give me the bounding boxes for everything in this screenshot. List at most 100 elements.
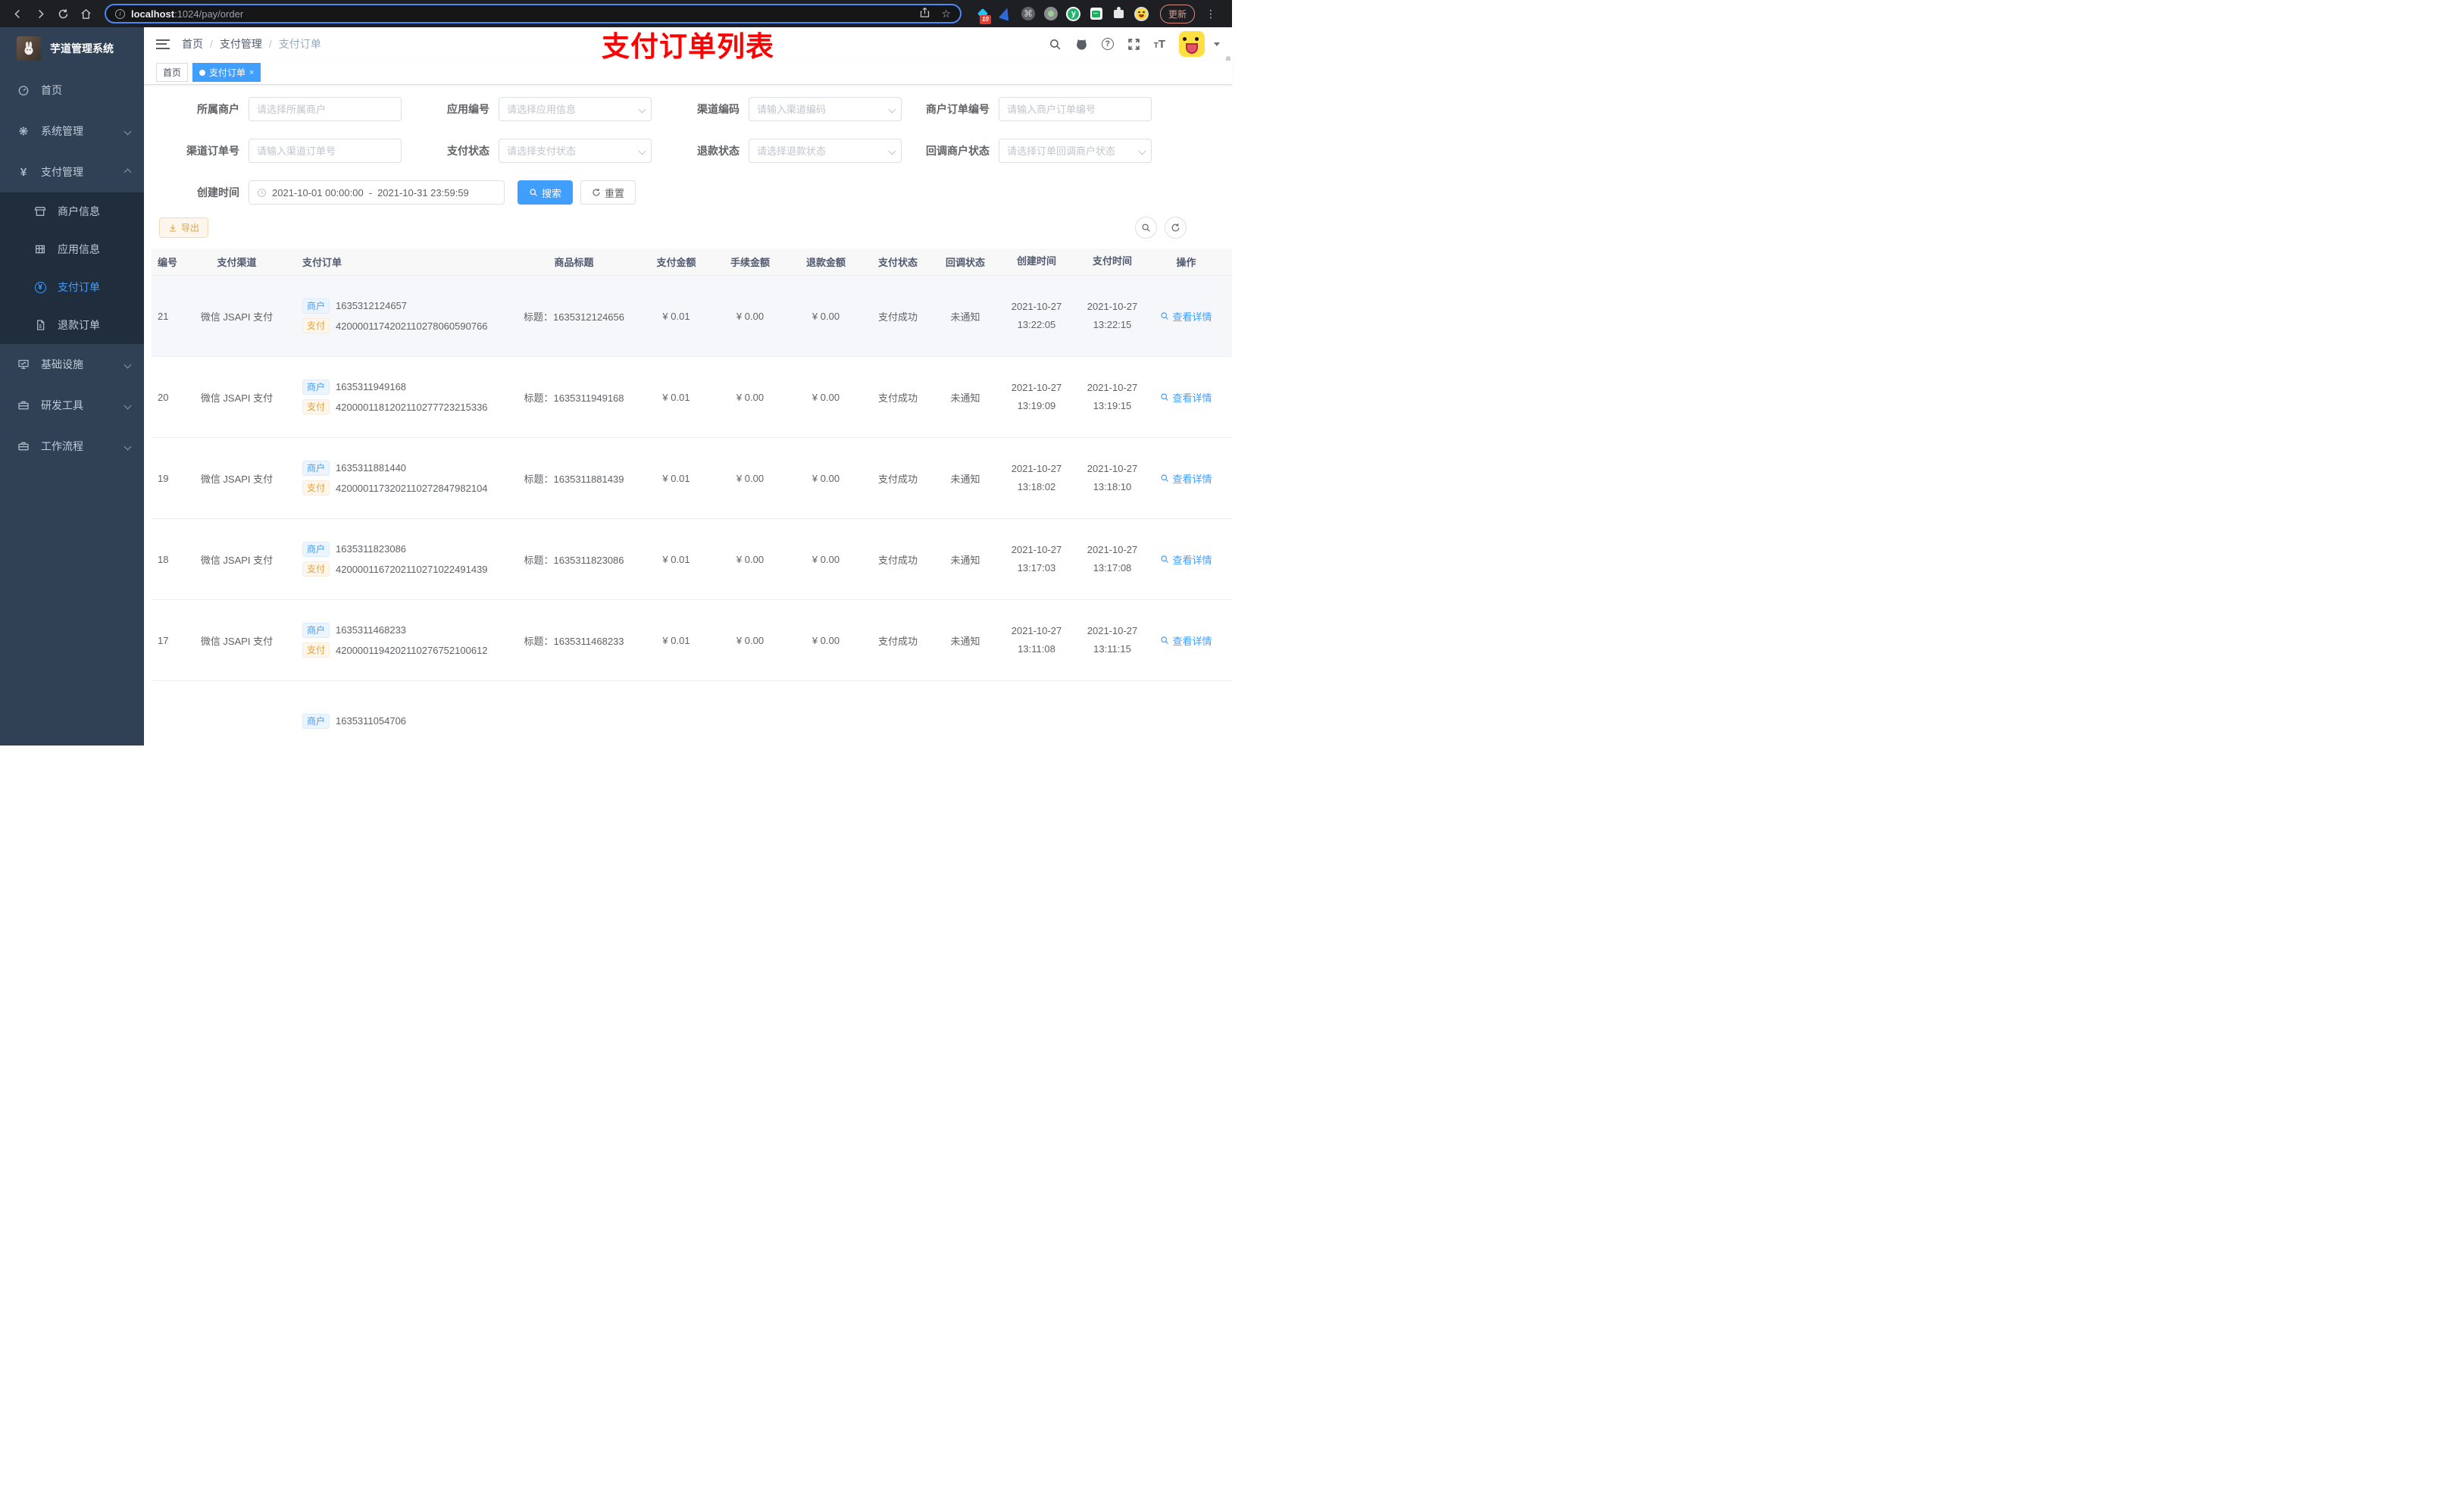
reset-button[interactable]: 重置 (580, 180, 636, 205)
sidebar-item-label: 退款订单 (58, 319, 100, 331)
toggle-search-button[interactable] (1135, 217, 1157, 239)
cell-pay-order: 商户 1635311949168 支付 42000011812021102777232… (292, 375, 508, 420)
field-label: 应用编号 (447, 103, 489, 115)
select-回调商户状态[interactable] (999, 139, 1152, 163)
breadcrumb-current: 支付订单 (278, 38, 321, 50)
tab-label: 支付订单 (209, 67, 246, 78)
select-渠道编码[interactable] (749, 97, 902, 121)
sidebar-item-基础设施[interactable]: 基础设施 (0, 344, 144, 385)
export-button[interactable]: 导出 (159, 217, 209, 238)
select-应用编号[interactable] (499, 97, 652, 121)
magnifier-icon (1160, 636, 1169, 645)
sidebar: 芋道管理系统 首页 系统管理 ¥ 支付管理 商户信息 应用信息 ¥ 支付订单 退款订单 基础设施研… (0, 27, 144, 746)
order-number: 1635311054706 (336, 715, 407, 727)
cell-title: 标题：1635311881439 (524, 473, 624, 485)
search-button[interactable]: 搜索 (518, 180, 574, 205)
sidebar-item-系统管理[interactable]: 系统管理 (0, 111, 144, 152)
ext-chat-icon[interactable] (1089, 6, 1104, 21)
ext-puzzle-icon[interactable] (1112, 6, 1127, 21)
close-icon[interactable]: × (249, 68, 254, 77)
sidebar-item-label: 支付订单 (58, 281, 100, 293)
view-details-link[interactable]: 查看详情 (1160, 471, 1212, 486)
ext-record-icon[interactable] (1043, 6, 1058, 21)
help-icon[interactable]: ? (1101, 38, 1114, 50)
tab-首页[interactable]: 首页 (156, 63, 189, 82)
fullscreen-icon[interactable] (1127, 38, 1140, 51)
back-icon[interactable] (8, 4, 27, 23)
site-info-icon[interactable]: i (115, 8, 125, 19)
yen-icon: ¥ (20, 165, 27, 179)
breadcrumb-home[interactable]: 首页 (182, 36, 203, 52)
address-bar[interactable]: i localhost:1024/pay/order ☆ (105, 4, 962, 23)
cell-create-time: 2021-10-27 13:11:08 (1011, 624, 1062, 655)
select-退款状态[interactable] (749, 139, 902, 163)
input-所属商户[interactable] (249, 97, 402, 121)
page-title: 支付订单列表 (602, 31, 774, 62)
sidebar-item-退款订单[interactable]: 退款订单 (0, 306, 144, 344)
search-icon[interactable] (1049, 38, 1062, 51)
sidebar-toggle-icon[interactable] (156, 39, 170, 49)
monitor-icon (17, 358, 30, 370)
avatar[interactable] (1179, 31, 1205, 57)
cell-pay-order: 商户 1635311054706 (292, 709, 508, 733)
sidebar-item-支付管理[interactable]: ¥ 支付管理 (0, 152, 144, 192)
breadcrumb: 首页 / 支付管理 / 支付订单 (182, 36, 321, 52)
breadcrumb-pay-manage[interactable]: 支付管理 (220, 36, 262, 52)
magnifier-icon (1160, 392, 1169, 402)
browser-menu-icon[interactable]: ⋮ (1202, 8, 1220, 20)
sidebar-item-研发工具[interactable]: 研发工具 (0, 385, 144, 426)
cell-notify: 未通知 (950, 392, 980, 404)
ext-emoji-icon[interactable] (1134, 6, 1149, 21)
sidebar-item-工作流程[interactable]: 工作流程 (0, 426, 144, 467)
ext-y-icon[interactable]: y (1066, 6, 1081, 21)
view-details-link[interactable]: 查看详情 (1160, 390, 1212, 405)
reload-icon[interactable] (53, 4, 73, 23)
ext-command-icon[interactable]: ⌘ (1021, 6, 1036, 21)
cell-action: 查看详情 (1150, 390, 1222, 405)
filter-field-商户订单编号: 商户订单编号 (920, 97, 1152, 121)
merchant-tag: 商户 (302, 622, 330, 638)
refresh-table-button[interactable] (1165, 217, 1187, 239)
date-start-value: 2021-10-01 00:00:00 (272, 186, 364, 198)
view-details-link[interactable]: 查看详情 (1160, 633, 1212, 648)
view-details-link[interactable]: 查看详情 (1160, 309, 1212, 324)
forward-icon[interactable] (30, 4, 50, 23)
merchant-tag: 商户 (302, 379, 330, 395)
cell-pay-order: 商户 1635311823086 支付 42000011672021102710224… (292, 537, 508, 582)
clock-icon (258, 188, 266, 197)
input-渠道订单号[interactable] (249, 139, 402, 163)
column-header-商品标题: 商品标题 (554, 257, 594, 268)
column-header-支付渠道: 支付渠道 (217, 257, 257, 268)
cell-amount: ¥ 0.01 (662, 391, 690, 403)
tab-支付订单[interactable]: 支付订单 × (192, 63, 261, 82)
chevron-down-icon (124, 442, 132, 450)
share-icon[interactable] (919, 7, 930, 20)
ext-diamond-icon[interactable]: 10 (975, 6, 991, 24)
browser-update-button[interactable]: 更新 (1159, 4, 1195, 23)
cell-action: 查看详情 (1150, 552, 1222, 567)
font-size-icon[interactable]: TT (1154, 38, 1165, 51)
app-logo[interactable]: 芋道管理系统 (0, 27, 144, 70)
sidebar-item-支付订单[interactable]: ¥ 支付订单 (0, 268, 144, 306)
caret-down-icon[interactable] (1214, 42, 1220, 46)
table-row-partial: 商户 1635311054706 (152, 681, 1232, 746)
ext-kite-icon[interactable] (998, 6, 1013, 21)
input-商户订单编号[interactable] (999, 97, 1152, 121)
table-toolbar: 导出 (152, 217, 1232, 239)
view-details-link[interactable]: 查看详情 (1160, 552, 1212, 567)
github-icon[interactable] (1075, 38, 1088, 51)
cell-pay-order: 商户 1635312124657 支付 42000011742021102780605… (292, 294, 508, 339)
create-time-range-input[interactable]: 2021-10-01 00:00:00 - 2021-10-31 23:59:5… (249, 180, 505, 205)
home-icon[interactable] (76, 4, 95, 23)
column-header-创建时间: 创建时间 (1016, 255, 1056, 267)
sidebar-item-商户信息[interactable]: 商户信息 (0, 192, 144, 230)
view-details-label: 查看详情 (1172, 473, 1212, 485)
bookmark-star-icon[interactable]: ☆ (941, 8, 951, 20)
grid-icon (33, 243, 47, 255)
cell-status: 支付成功 (877, 311, 918, 323)
sidebar-item-首页[interactable]: 首页 (0, 70, 144, 111)
tab-label: 首页 (163, 67, 182, 78)
select-支付状态[interactable] (499, 139, 652, 163)
sidebar-item-应用信息[interactable]: 应用信息 (0, 230, 144, 268)
order-number: 4200001181202110277723215336 (336, 401, 488, 413)
